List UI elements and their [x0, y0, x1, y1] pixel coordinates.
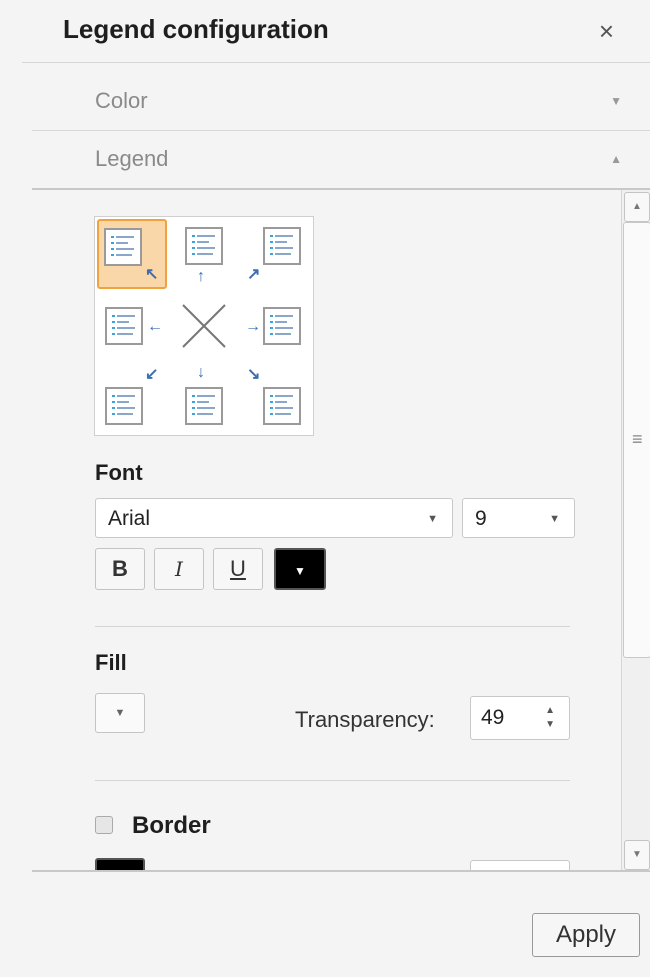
divider	[95, 780, 570, 781]
transparency-value: 49	[481, 706, 505, 729]
legend-position-picker: ↖ ↑ ↗ ← → ↙ ↓ ↘	[94, 216, 314, 436]
divider	[32, 870, 650, 872]
legend-icon	[185, 227, 223, 265]
panel-title: Legend configuration	[63, 14, 329, 44]
scroll-down-icon[interactable]: ▼	[624, 840, 650, 870]
arrow-down-left-icon: ↙	[145, 366, 159, 383]
position-top[interactable]: ↑	[169, 219, 239, 289]
position-bottom[interactable]: ↓	[169, 363, 239, 433]
legend-settings-scroll-area: ↖ ↑ ↗ ← → ↙ ↓ ↘ Font Arial ▼ 9 ▼ B I U ▼…	[32, 190, 650, 870]
arrow-right-icon: →	[245, 318, 261, 335]
fill-color-button[interactable]: ▼	[95, 693, 145, 733]
arrow-down-icon: ↓	[197, 364, 205, 381]
close-icon[interactable]: ×	[599, 18, 614, 44]
font-size-value: 9	[475, 507, 487, 530]
legend-icon	[263, 387, 301, 425]
position-right[interactable]: →	[241, 291, 311, 361]
border-section-label: Border	[132, 812, 211, 839]
legend-icon	[105, 387, 143, 425]
border-color-button[interactable]	[95, 858, 145, 870]
scrollbar-thumb[interactable]: ≡	[623, 222, 650, 658]
border-width-input[interactable]	[470, 860, 570, 870]
legend-icon	[104, 228, 142, 266]
legend-icon	[263, 307, 301, 345]
spinner-down-icon[interactable]: ▼	[545, 720, 555, 730]
position-top-right[interactable]: ↗	[241, 219, 311, 289]
apply-button[interactable]: Apply	[532, 913, 640, 957]
chevron-down-icon: ▼	[114, 707, 126, 719]
legend-icon	[263, 227, 301, 265]
font-family-select[interactable]: Arial ▼	[95, 498, 453, 538]
legend-configuration-panel: Legend configuration × Color ▼ Legend ▲ …	[0, 0, 650, 977]
position-bottom-right[interactable]: ↘	[241, 363, 311, 433]
none-x-icon	[182, 304, 226, 348]
font-section-label: Font	[95, 460, 143, 485]
arrow-down-right-icon: ↘	[247, 366, 261, 383]
chevron-down-icon: ▼	[427, 513, 438, 525]
scroll-up-icon[interactable]: ▲	[624, 192, 650, 222]
section-color-label: Color	[95, 88, 148, 113]
section-legend-header[interactable]: Legend ▲	[32, 130, 650, 190]
vertical-scrollbar[interactable]: ▲ ≡ ▼	[621, 190, 650, 870]
chevron-up-icon: ▲	[610, 152, 622, 166]
font-family-value: Arial	[108, 507, 151, 530]
legend-icon	[105, 307, 143, 345]
bold-button[interactable]: B	[95, 548, 145, 590]
border-checkbox[interactable]	[95, 816, 113, 834]
position-top-left[interactable]: ↖	[97, 219, 167, 289]
underline-button[interactable]: U	[213, 548, 263, 590]
chevron-down-icon: ▼	[549, 513, 560, 525]
chevron-down-icon: ▼	[294, 564, 306, 578]
italic-button[interactable]: I	[154, 548, 204, 590]
font-color-button[interactable]: ▼	[274, 548, 326, 590]
position-none[interactable]	[169, 291, 239, 361]
transparency-label: Transparency:	[295, 707, 435, 732]
panel-header: Legend configuration ×	[22, 0, 650, 63]
arrow-up-icon: ↑	[197, 268, 205, 285]
grip-icon: ≡	[632, 429, 643, 449]
legend-icon	[185, 387, 223, 425]
spinner-up-icon[interactable]: ▲	[545, 706, 555, 716]
position-bottom-left[interactable]: ↙	[97, 363, 167, 433]
section-legend-label: Legend	[95, 146, 169, 171]
fill-section-label: Fill	[95, 650, 127, 675]
arrow-up-left-icon: ↖	[145, 266, 159, 283]
position-left[interactable]: ←	[97, 291, 167, 361]
divider	[95, 626, 570, 627]
font-size-select[interactable]: 9 ▼	[462, 498, 575, 538]
section-color-header[interactable]: Color ▼	[32, 72, 650, 131]
arrow-left-icon: ←	[147, 318, 163, 335]
chevron-down-icon: ▼	[610, 94, 622, 108]
transparency-spinner[interactable]: 49 ▲ ▼	[470, 696, 570, 740]
arrow-up-right-icon: ↗	[247, 266, 261, 283]
